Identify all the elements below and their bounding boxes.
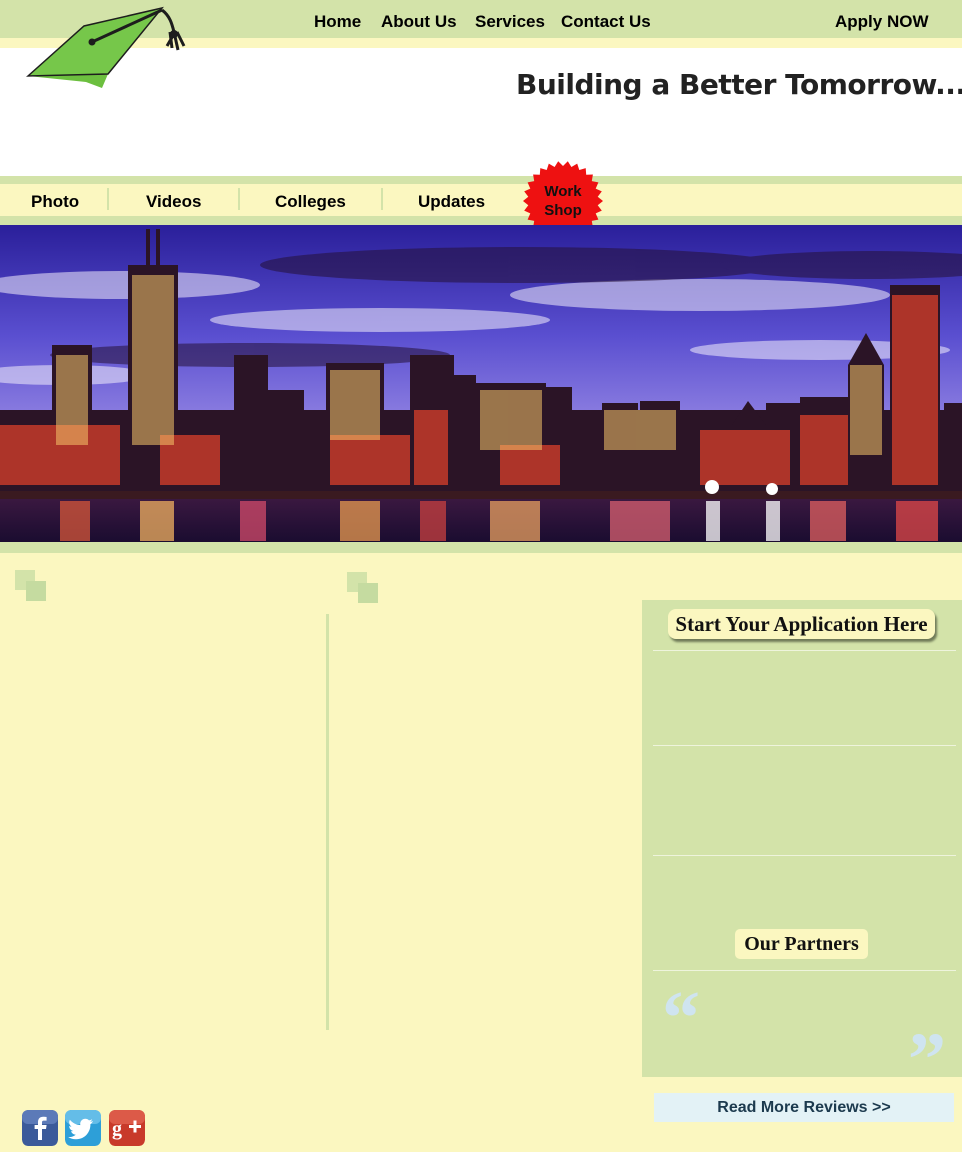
apply-now-link[interactable]: Apply NOW [835, 12, 929, 32]
nav-contact-link[interactable]: Contact Us [561, 12, 651, 32]
workshop-label-line1: Work [544, 183, 582, 200]
nav-about-link[interactable]: About Us [381, 12, 457, 32]
corner-decoration [347, 572, 379, 604]
read-more-reviews-button[interactable]: Read More Reviews >> [654, 1093, 954, 1122]
secondary-nav: Photo Videos Colleges Updates [0, 184, 962, 216]
nav-band-top [0, 176, 962, 184]
nav-band-bottom [0, 216, 962, 225]
nav-services-link[interactable]: Services [475, 12, 545, 32]
nav-separator [238, 188, 240, 210]
hero-skyline-image [0, 225, 962, 542]
nav-separator [107, 188, 109, 210]
column-divider [326, 614, 329, 1030]
svg-text:g: g [112, 1118, 122, 1140]
partners-title: Our Partners [735, 929, 868, 959]
tagline: Building a Better Tomorrow.... [516, 68, 962, 101]
open-quote-icon: “ [662, 976, 700, 1060]
nav-home-link[interactable]: Home [314, 12, 361, 32]
corner-decoration [15, 570, 47, 602]
hero-band-bottom [0, 542, 962, 553]
close-quote-icon: ” [908, 1018, 946, 1102]
sidebar-divider [653, 745, 956, 746]
sidebar: Start Your Application Here Our Partners… [642, 600, 962, 1098]
twitter-icon[interactable] [65, 1110, 101, 1146]
workshop-label[interactable]: Work Shop [522, 182, 604, 220]
workshop-label-line2: Shop [544, 202, 582, 219]
sidebar-divider [653, 970, 956, 971]
nav-photo-link[interactable]: Photo [31, 192, 79, 212]
nav-colleges-link[interactable]: Colleges [275, 192, 346, 212]
application-title[interactable]: Start Your Application Here [668, 609, 935, 639]
sidebar-divider [653, 855, 956, 856]
graduation-cap-icon[interactable] [24, 2, 194, 94]
facebook-icon[interactable] [22, 1110, 58, 1146]
sidebar-divider [653, 650, 956, 651]
google-plus-icon[interactable]: g [109, 1110, 145, 1146]
nav-updates-link[interactable]: Updates [418, 192, 485, 212]
nav-videos-link[interactable]: Videos [146, 192, 201, 212]
nav-separator [381, 188, 383, 210]
